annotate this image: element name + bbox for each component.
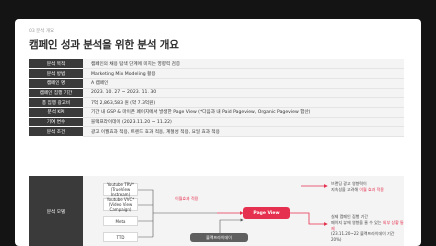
row-label: 캠페인 집행 기간: [29, 88, 83, 99]
row-value: A 캠페인: [83, 78, 404, 89]
row-value: 7억 2,863,583 원 (약 7.3억원): [83, 97, 404, 108]
note-line: 지속성을 고려해: [331, 186, 360, 192]
row-label: 캠페인 명: [29, 78, 83, 89]
row-value: Marketing Mix Modeling 활용: [83, 68, 404, 79]
table-row: 분석 조건 광고 이월효과 적용, 트렌드 효과 적용, 계절성 적용, 요일 효…: [29, 126, 404, 137]
input-youtube-trv: Youtube TRV* (TrueView Instream): [103, 182, 138, 197]
input-label: TTD: [116, 234, 125, 240]
carryover-note: 브랜딩 광고 영향력이 지속성을 고려해 이월 효과 적용: [331, 181, 384, 193]
row-value: 기간 내 GSP & 마이픈 페이지에서 발생한 Page View (*다음과…: [83, 107, 404, 118]
row-label: 기여 변수: [29, 117, 83, 128]
row-value: 광고 이월효과 적용, 트렌드 효과 적용, 계절성 적용, 요일 효과 적용: [83, 126, 404, 137]
carryover-label: 이월효과 적용: [175, 196, 199, 201]
table-row: 분석 목적 캠페인의 채용 탐색 단계에 미치는 영향력 검증: [29, 59, 404, 70]
page-title: 캠페인 성과 분석을 위한 분석 개요: [29, 39, 179, 51]
output-page-view: Page View: [243, 207, 290, 219]
row-value: 2023. 10. 27 ~ 2023. 11. 30: [83, 88, 404, 99]
table-row: 총 집행 광고비 7억 2,863,583 원 (약 7.3억원): [29, 97, 404, 108]
row-label: 총 집행 광고비: [29, 97, 83, 108]
table-row: 캠페인 명A 캠페인: [29, 78, 404, 89]
input-sublabel: (Video View Campaign): [108, 202, 133, 212]
row-label: 분석 목적: [29, 59, 83, 70]
model-label: 분석 모델: [29, 176, 83, 246]
row-label: 분석 조건: [29, 126, 83, 137]
table-row: 기여 변수 블랙프라이데이 (2023.11.20 ~ 11.22): [29, 117, 404, 128]
model-diagram: Youtube TRV* (TrueView Instream) Youtube…: [83, 176, 404, 246]
row-label: 분석 방법: [29, 68, 83, 79]
note-line: (23.11.20~22 블랙프라이데이 기간 20%): [331, 231, 395, 243]
note-highlight: 이월 효과 적용: [359, 186, 384, 192]
overview-table: 분석 목적 캠페인의 채용 탐색 단계에 미치는 영향력 검증 분석 방법 Mark…: [29, 59, 404, 137]
table-row: 캠페인 집행 기간 2023. 10. 27 ~ 2023. 11. 30: [29, 88, 404, 99]
table-row: 분석 KPI 기간 내 GSP & 마이픈 페이지에서 발생한 Page View…: [29, 107, 404, 118]
input-label: Meta: [115, 218, 126, 224]
table-row: 분석 방법 Marketing Mix Modeling 활용: [29, 68, 404, 79]
content-page: 03 분석 개요 캠페인 성과 분석을 위한 분석 개요 분석 목적 캠페인의 채…: [15, 19, 421, 246]
input-sublabel: (TrueView Instream): [110, 187, 131, 197]
row-value: 캠페인의 채용 탐색 단계에 미치는 영향력 검증: [83, 59, 404, 70]
row-value: 블랙프라이데이 (2023.11.20 ~ 11.22): [83, 117, 404, 128]
model-row: 분석 모델 Youtube TRV* (TrueView Instream) Y…: [29, 176, 404, 246]
external-control-note: 실제 캠페인 집행 기간 페이지 뷰에 영향을 줄 수 있는 외부 상황 통제 …: [331, 214, 404, 243]
input-ttd: TTD: [103, 232, 138, 242]
input-meta: Meta: [103, 216, 138, 226]
row-label: 분석 KPI: [29, 107, 83, 118]
event-black-friday: 블랙프라이데이: [190, 233, 248, 242]
note-line: 페이지 뷰에 영향을 줄 수 있는: [331, 219, 383, 225]
input-youtube-vvc: Youtube VVC* (Video View Campaign): [103, 197, 138, 212]
breadcrumb: 03 분석 개요: [29, 29, 55, 34]
